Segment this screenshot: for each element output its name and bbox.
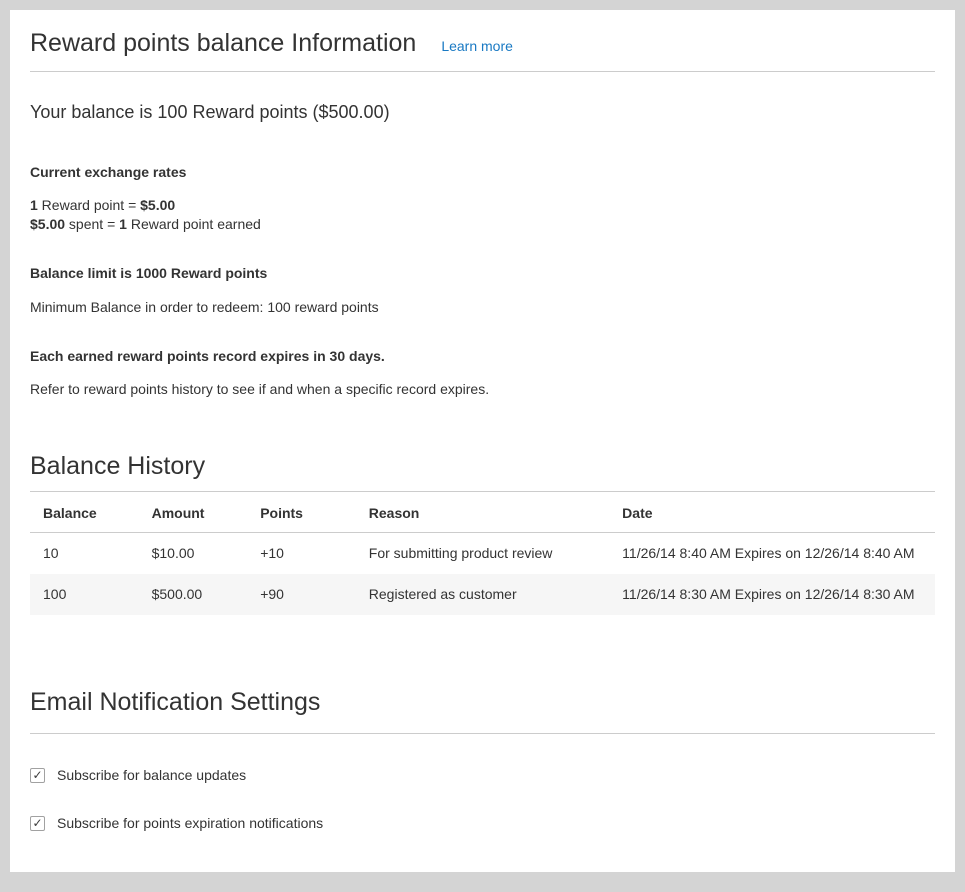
cell-reason: For submitting product review (356, 533, 609, 575)
balance-updates-option: ✓ Subscribe for balance updates (30, 767, 935, 783)
column-header-amount: Amount (139, 492, 248, 533)
exchange-rate-2-text: spent = (65, 216, 119, 232)
exchange-rate-2-points: 1 (119, 216, 127, 232)
learn-more-link[interactable]: Learn more (441, 38, 513, 54)
exchange-rate-1-text: Reward point = (38, 197, 140, 213)
cell-date: 11/26/14 8:30 AM Expires on 12/26/14 8:3… (609, 574, 935, 615)
cell-balance: 10 (30, 533, 139, 575)
table-header-row: Balance Amount Points Reason Date (30, 492, 935, 533)
exchange-rate-2-amount: $5.00 (30, 216, 65, 232)
minimum-balance-text: Minimum Balance in order to redeem: 100 … (30, 298, 935, 317)
points-expiration-checkbox[interactable]: ✓ (30, 816, 45, 831)
column-header-reason: Reason (356, 492, 609, 533)
column-header-date: Date (609, 492, 935, 533)
email-notification-header: Email Notification Settings (30, 685, 935, 734)
page-header: Reward points balance Information Learn … (30, 26, 935, 72)
balance-updates-label: Subscribe for balance updates (57, 767, 246, 783)
balance-history-table: Balance Amount Points Reason Date 10 $10… (30, 492, 935, 615)
reward-points-panel: Reward points balance Information Learn … (10, 10, 955, 872)
column-header-points: Points (247, 492, 356, 533)
balance-history-header: Balance History (30, 449, 935, 492)
cell-amount: $500.00 (139, 574, 248, 615)
cell-balance: 100 (30, 574, 139, 615)
cell-amount: $10.00 (139, 533, 248, 575)
points-expiration-label: Subscribe for points expiration notifica… (57, 815, 323, 831)
balance-limit-text: Balance limit is 1000 Reward points (30, 264, 935, 283)
cell-points: +90 (247, 574, 356, 615)
column-header-balance: Balance (30, 492, 139, 533)
exchange-rate-line-1: 1 Reward point = $5.00 $5.00 spent = 1 Re… (30, 196, 935, 234)
cell-points: +10 (247, 533, 356, 575)
exchange-rate-1-points: 1 (30, 197, 38, 213)
balance-updates-checkbox[interactable]: ✓ (30, 768, 45, 783)
expiration-note: Refer to reward points history to see if… (30, 380, 935, 399)
table-row: 100 $500.00 +90 Registered as customer 1… (30, 574, 935, 615)
exchange-rate-2-tail: Reward point earned (127, 216, 261, 232)
balance-history-title: Balance History (30, 449, 205, 483)
table-row: 10 $10.00 +10 For submitting product rev… (30, 533, 935, 575)
balance-summary: Your balance is 100 Reward points ($500.… (30, 100, 935, 125)
expiration-notice: Each earned reward points record expires… (30, 347, 935, 366)
email-notification-title: Email Notification Settings (30, 685, 320, 719)
exchange-rates-heading: Current exchange rates (30, 163, 935, 182)
checkmark-icon: ✓ (32, 769, 42, 781)
page-title: Reward points balance Information (30, 26, 416, 60)
cell-reason: Registered as customer (356, 574, 609, 615)
exchange-rate-1-amount: $5.00 (140, 197, 175, 213)
cell-date: 11/26/14 8:40 AM Expires on 12/26/14 8:4… (609, 533, 935, 575)
points-expiration-option: ✓ Subscribe for points expiration notifi… (30, 815, 935, 831)
checkmark-icon: ✓ (32, 817, 42, 829)
